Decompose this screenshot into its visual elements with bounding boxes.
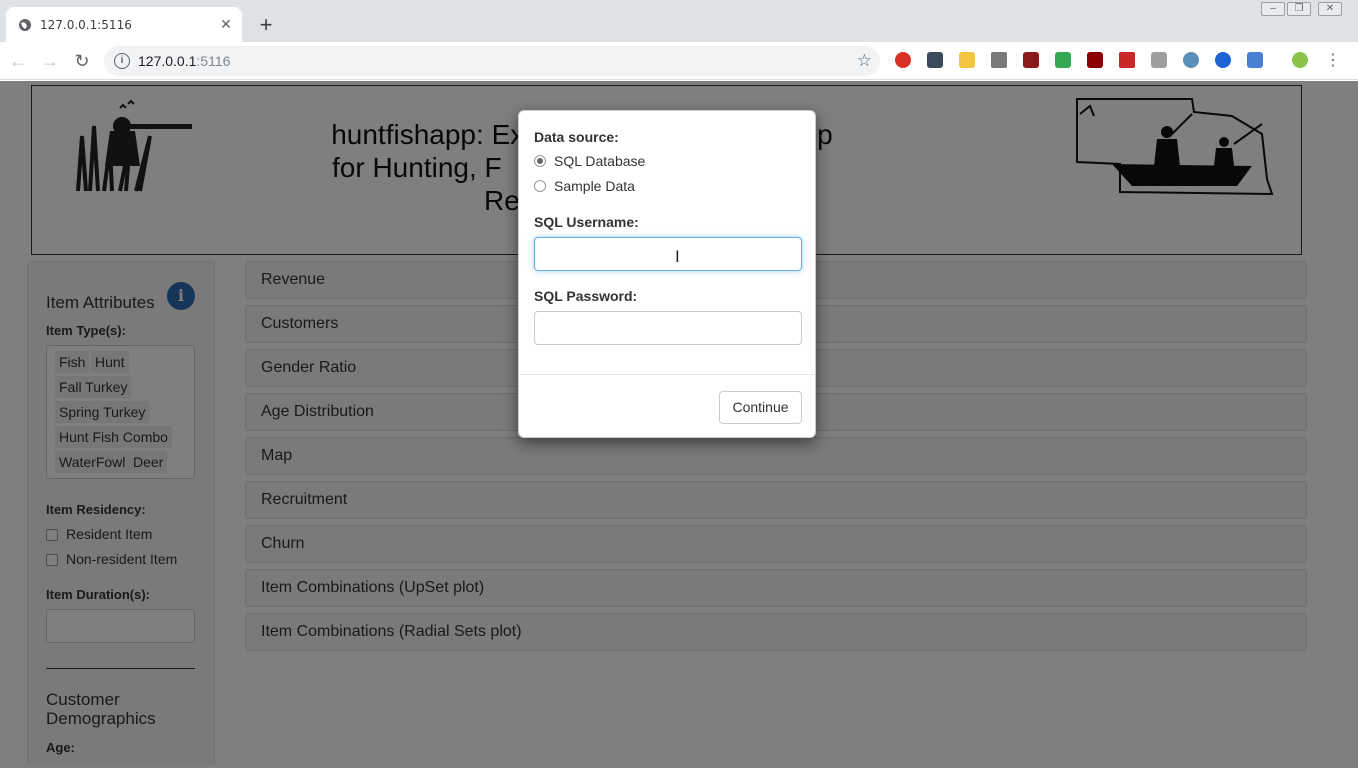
address-bar[interactable]: i 127.0.0.1:5116 ☆ [104,46,880,76]
restore-button[interactable]: ❐ [1287,2,1311,16]
pdf-extension-icon[interactable] [1087,52,1103,68]
new-tab-button[interactable]: + [256,14,276,36]
cap-extension-icon[interactable] [1247,52,1263,68]
back-arrow-icon[interactable]: ← [8,51,28,71]
search-extension-icon[interactable] [1183,52,1199,68]
sql-database-label[interactable]: SQL Database [554,153,645,169]
ghost-extension-icon[interactable] [1215,52,1231,68]
info-icon[interactable]: i [114,53,130,69]
browser-tab-strip: 127.0.0.1:5116 ✕ + – ❐ ✕ [0,0,1358,42]
data-source-label: Data source: [534,129,619,145]
modal-footer-divider [519,374,815,375]
minimize-button[interactable]: – [1261,2,1285,16]
browser-toolbar: ← → ↻ i 127.0.0.1:5116 ☆ ⋮ [0,42,1358,80]
sample-data-label[interactable]: Sample Data [554,178,635,194]
tab-title: 127.0.0.1:5116 [40,18,132,32]
data-source-modal: Data source: SQL Database Sample Data SQ… [518,110,816,438]
adblock-extension-icon[interactable] [895,52,911,68]
folder-extension-icon[interactable] [959,52,975,68]
sample-data-radio[interactable] [534,180,546,192]
close-window-button[interactable]: ✕ [1318,2,1342,16]
bookmark-star-icon[interactable]: ☆ [857,51,872,71]
menu-kebab-icon[interactable]: ⋮ [1323,51,1343,71]
sql-database-radio[interactable] [534,155,546,167]
browser-tab[interactable]: 127.0.0.1:5116 ✕ [6,7,242,42]
grid-extension-icon[interactable] [1151,52,1167,68]
drive-extension-icon[interactable] [991,52,1007,68]
reload-icon[interactable]: ↻ [72,51,92,71]
sql-password-label: SQL Password: [534,288,638,304]
password-extension-icon[interactable] [927,52,943,68]
globe-icon [19,19,31,31]
sql-password-input[interactable] [534,311,802,345]
tab-close-icon[interactable]: ✕ [218,16,234,32]
ublock-extension-icon[interactable] [1023,52,1039,68]
address-url: 127.0.0.1:5116 [138,53,231,69]
text-cursor-icon: I [675,247,680,266]
profile-avatar[interactable] [1292,52,1308,68]
pocket-extension-icon[interactable] [1119,52,1135,68]
forward-arrow-icon[interactable]: → [40,51,60,71]
plus-extension-icon[interactable] [1055,52,1071,68]
sql-username-input[interactable]: I [534,237,802,271]
continue-button[interactable]: Continue [719,391,802,424]
sql-username-label: SQL Username: [534,214,639,230]
